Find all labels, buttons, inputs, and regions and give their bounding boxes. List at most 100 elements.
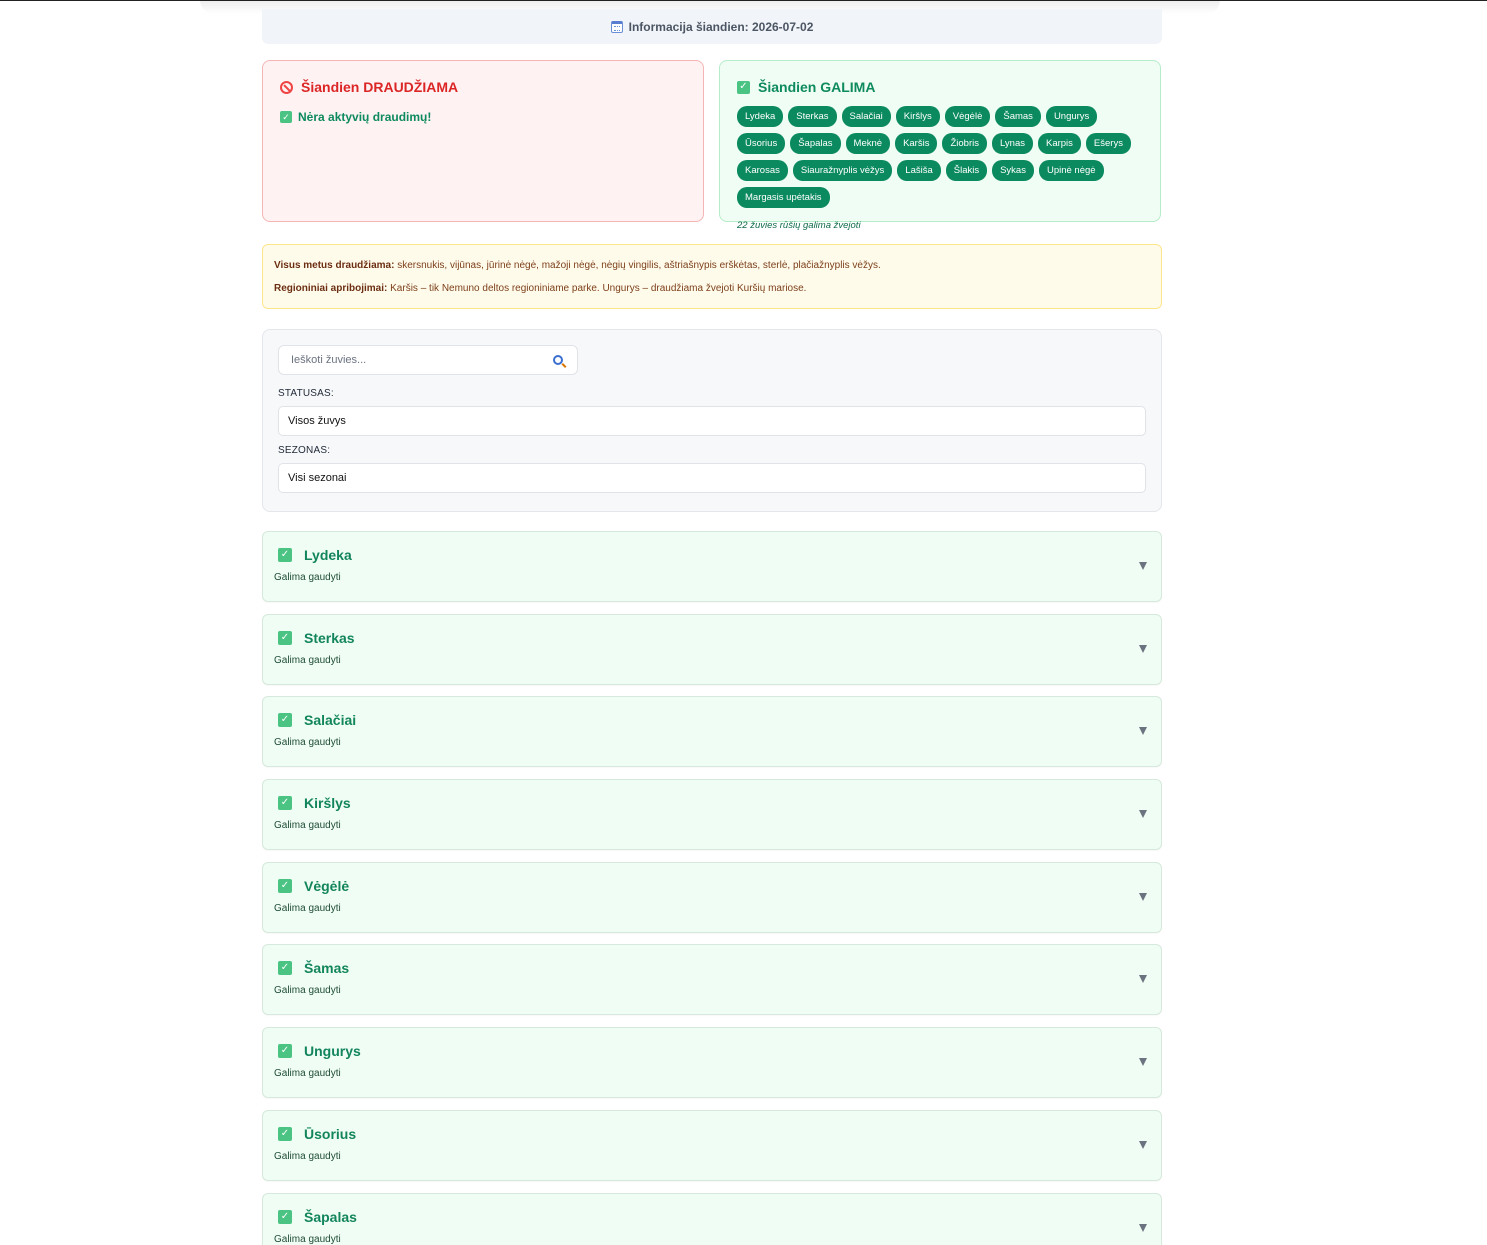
main-content: Informacija šiandien: 2026-07-02 Šiandie…	[262, 9, 1162, 1245]
fish-card[interactable]: ✓ Ungurys Galima gaudyti	[262, 1027, 1162, 1099]
today-info-bar: Informacija šiandien: 2026-07-02	[262, 9, 1162, 44]
check-icon: ✓	[278, 713, 292, 728]
fish-status: Galima gaudyti	[274, 902, 341, 914]
check-icon: ✓	[278, 1044, 292, 1059]
fish-card-header: ✓ Šapalas	[274, 1209, 1150, 1225]
regional-restrictions-label: Regioniniai apribojimai:	[274, 283, 388, 294]
yearround-ban-text: skersnukis, vijūnas, jūrinė nėgė, mažoji…	[394, 260, 881, 271]
fish-name: Sterkas	[304, 629, 355, 646]
fish-card[interactable]: ✓ Salačiai Galima gaudyti	[262, 696, 1162, 768]
fish-tag: Ūsorius	[737, 133, 786, 154]
fish-name: Vėgėlė	[304, 877, 350, 894]
fish-name: Lydeka	[304, 547, 352, 563]
allowed-card-title: ✓ Šiandien GALIMA	[737, 79, 1143, 95]
season-select[interactable]: Visi sezonai	[278, 463, 1146, 493]
fish-status: Galima gaudyti	[274, 654, 341, 666]
fish-tag: Šamas	[995, 106, 1041, 127]
ban-icon	[280, 80, 293, 94]
chevron-down-icon[interactable]	[1139, 892, 1147, 901]
chevron-down-icon[interactable]	[1139, 810, 1147, 819]
status-filter-label: STATUSAS:	[278, 388, 334, 399]
filters-panel: STATUSAS: Visos žuvys SEZONAS: Visi sezo…	[262, 329, 1162, 512]
fish-status: Galima gaudyti	[274, 820, 341, 832]
fish-name: Ūsorius	[304, 1125, 357, 1142]
fish-card-header: ✓ Vėgėlė	[274, 878, 1150, 894]
allowed-today-card: ✓ Šiandien GALIMA Lydeka Sterkas Salačiai K…	[719, 60, 1161, 231]
search-input[interactable]	[291, 354, 531, 366]
no-restrictions-message: ✓ Nėra aktyvių draudimų!	[280, 110, 686, 124]
check-icon: ✓	[278, 1126, 292, 1141]
chevron-down-icon[interactable]	[1139, 1140, 1147, 1149]
fish-tag: Salačiai	[841, 106, 891, 127]
check-icon: ✓	[278, 961, 292, 976]
fish-name: Salačiai	[304, 712, 357, 729]
prohibited-today-card: Šiandien DRAUDŽIAMA ✓ Nėra aktyvių draud…	[262, 60, 704, 222]
fish-tag: Šapalas	[790, 133, 841, 154]
chevron-down-icon[interactable]	[1139, 1058, 1147, 1067]
search-box[interactable]	[278, 345, 578, 375]
fish-tag: Siauražnyplis vėžys	[792, 160, 893, 181]
fish-tag: Ungurys	[1045, 106, 1098, 127]
fish-tag: Sykas	[992, 160, 1034, 181]
regional-restrictions-text: Karšis – tik Nemuno deltos regioniniame …	[387, 283, 807, 294]
fish-card[interactable]: ✓ Šamas Galima gaudyti	[262, 944, 1162, 1016]
prohibited-title-text: Šiandien DRAUDŽIAMA	[301, 79, 459, 95]
fish-tag: Meknė	[845, 133, 891, 154]
chevron-down-icon[interactable]	[1139, 1223, 1147, 1232]
fish-status: Galima gaudyti	[274, 1150, 341, 1162]
fish-card[interactable]: ✓ Šapalas Galima gaudyti	[262, 1192, 1162, 1245]
fish-status: Galima gaudyti	[274, 572, 341, 583]
fish-tag: Karosas	[737, 160, 788, 181]
fish-card[interactable]: ✓ Sterkas Galima gaudyti	[262, 613, 1162, 685]
fish-status: Galima gaudyti	[274, 1233, 341, 1245]
fish-card[interactable]: ✓ Vėgėlė Galima gaudyti	[262, 861, 1162, 933]
check-icon: ✓	[278, 548, 292, 562]
regulations-notice: Visus metus draudžiama: skersnukis, vijū…	[262, 244, 1162, 309]
fish-tag: Sterkas	[788, 106, 837, 127]
fish-card-header: ✓ Salačiai	[274, 712, 1150, 728]
chevron-down-icon[interactable]	[1139, 644, 1147, 653]
fish-name: Šapalas	[304, 1208, 357, 1225]
check-icon: ✓	[278, 1209, 292, 1224]
fish-tag: Kiršlys	[895, 106, 940, 127]
fish-status: Galima gaudyti	[274, 985, 341, 997]
fish-tag: Karšis	[895, 133, 938, 154]
check-icon: ✓	[278, 878, 292, 893]
chevron-down-icon[interactable]	[1139, 727, 1147, 736]
regional-restrictions-line: Regioniniai apribojimai: Karšis – tik Ne…	[274, 282, 1150, 295]
fish-tag: Karpis	[1037, 133, 1081, 154]
fish-tag: Lydeka	[737, 106, 784, 127]
fish-status: Galima gaudyti	[274, 1068, 341, 1080]
fish-list: ✓ Lydeka Galima gaudyti ✓ Sterkas Galima gaud…	[262, 531, 1162, 1245]
calendar-icon	[610, 20, 623, 33]
season-select-value: Visi sezonai	[288, 472, 347, 484]
fish-name: Šamas	[304, 960, 350, 977]
check-icon: ✓	[280, 111, 292, 123]
fish-tag: Šlakis	[945, 160, 988, 181]
allowed-title-text: Šiandien GALIMA	[758, 79, 876, 95]
fish-card[interactable]: ✓ Lydeka Galima gaudyti	[262, 531, 1162, 602]
yearround-ban-label: Visus metus draudžiama:	[274, 260, 395, 271]
allowed-fish-tags: Lydeka Sterkas Salačiai Kiršlys Vėgėlė Šamas U…	[737, 106, 1137, 208]
check-icon: ✓	[737, 80, 750, 94]
fish-card-header: ✓ Lydeka	[274, 547, 1150, 563]
check-icon: ✓	[278, 630, 292, 645]
fish-card-header: ✓ Ungurys	[274, 1043, 1150, 1059]
no-restrictions-text: Nėra aktyvių draudimų!	[298, 110, 432, 124]
fish-card-header: ✓ Šamas	[274, 960, 1150, 976]
fish-card-header: ✓ Sterkas	[274, 630, 1150, 646]
prohibited-card-title: Šiandien DRAUDŽIAMA	[280, 79, 686, 95]
fish-name: Kiršlys	[304, 795, 351, 812]
fish-card[interactable]: ✓ Kiršlys Galima gaudyti	[262, 779, 1162, 851]
chevron-down-icon[interactable]	[1139, 562, 1147, 570]
today-info-label: Informacija šiandien: 2026-07-02	[628, 19, 814, 34]
fish-tag: Margasis upėtakis	[737, 187, 830, 208]
chevron-down-icon[interactable]	[1139, 975, 1147, 984]
fish-card[interactable]: ✓ Ūsorius Galima gaudyti	[262, 1109, 1162, 1181]
yearround-ban-line: Visus metus draudžiama: skersnukis, vijū…	[274, 259, 1150, 272]
fish-tag: Lynas	[991, 133, 1033, 154]
fish-tag: Upinė nėgė	[1038, 160, 1104, 181]
fish-status: Galima gaudyti	[274, 737, 341, 749]
search-icon[interactable]	[553, 355, 563, 365]
status-select[interactable]: Visos žuvys	[278, 406, 1146, 436]
